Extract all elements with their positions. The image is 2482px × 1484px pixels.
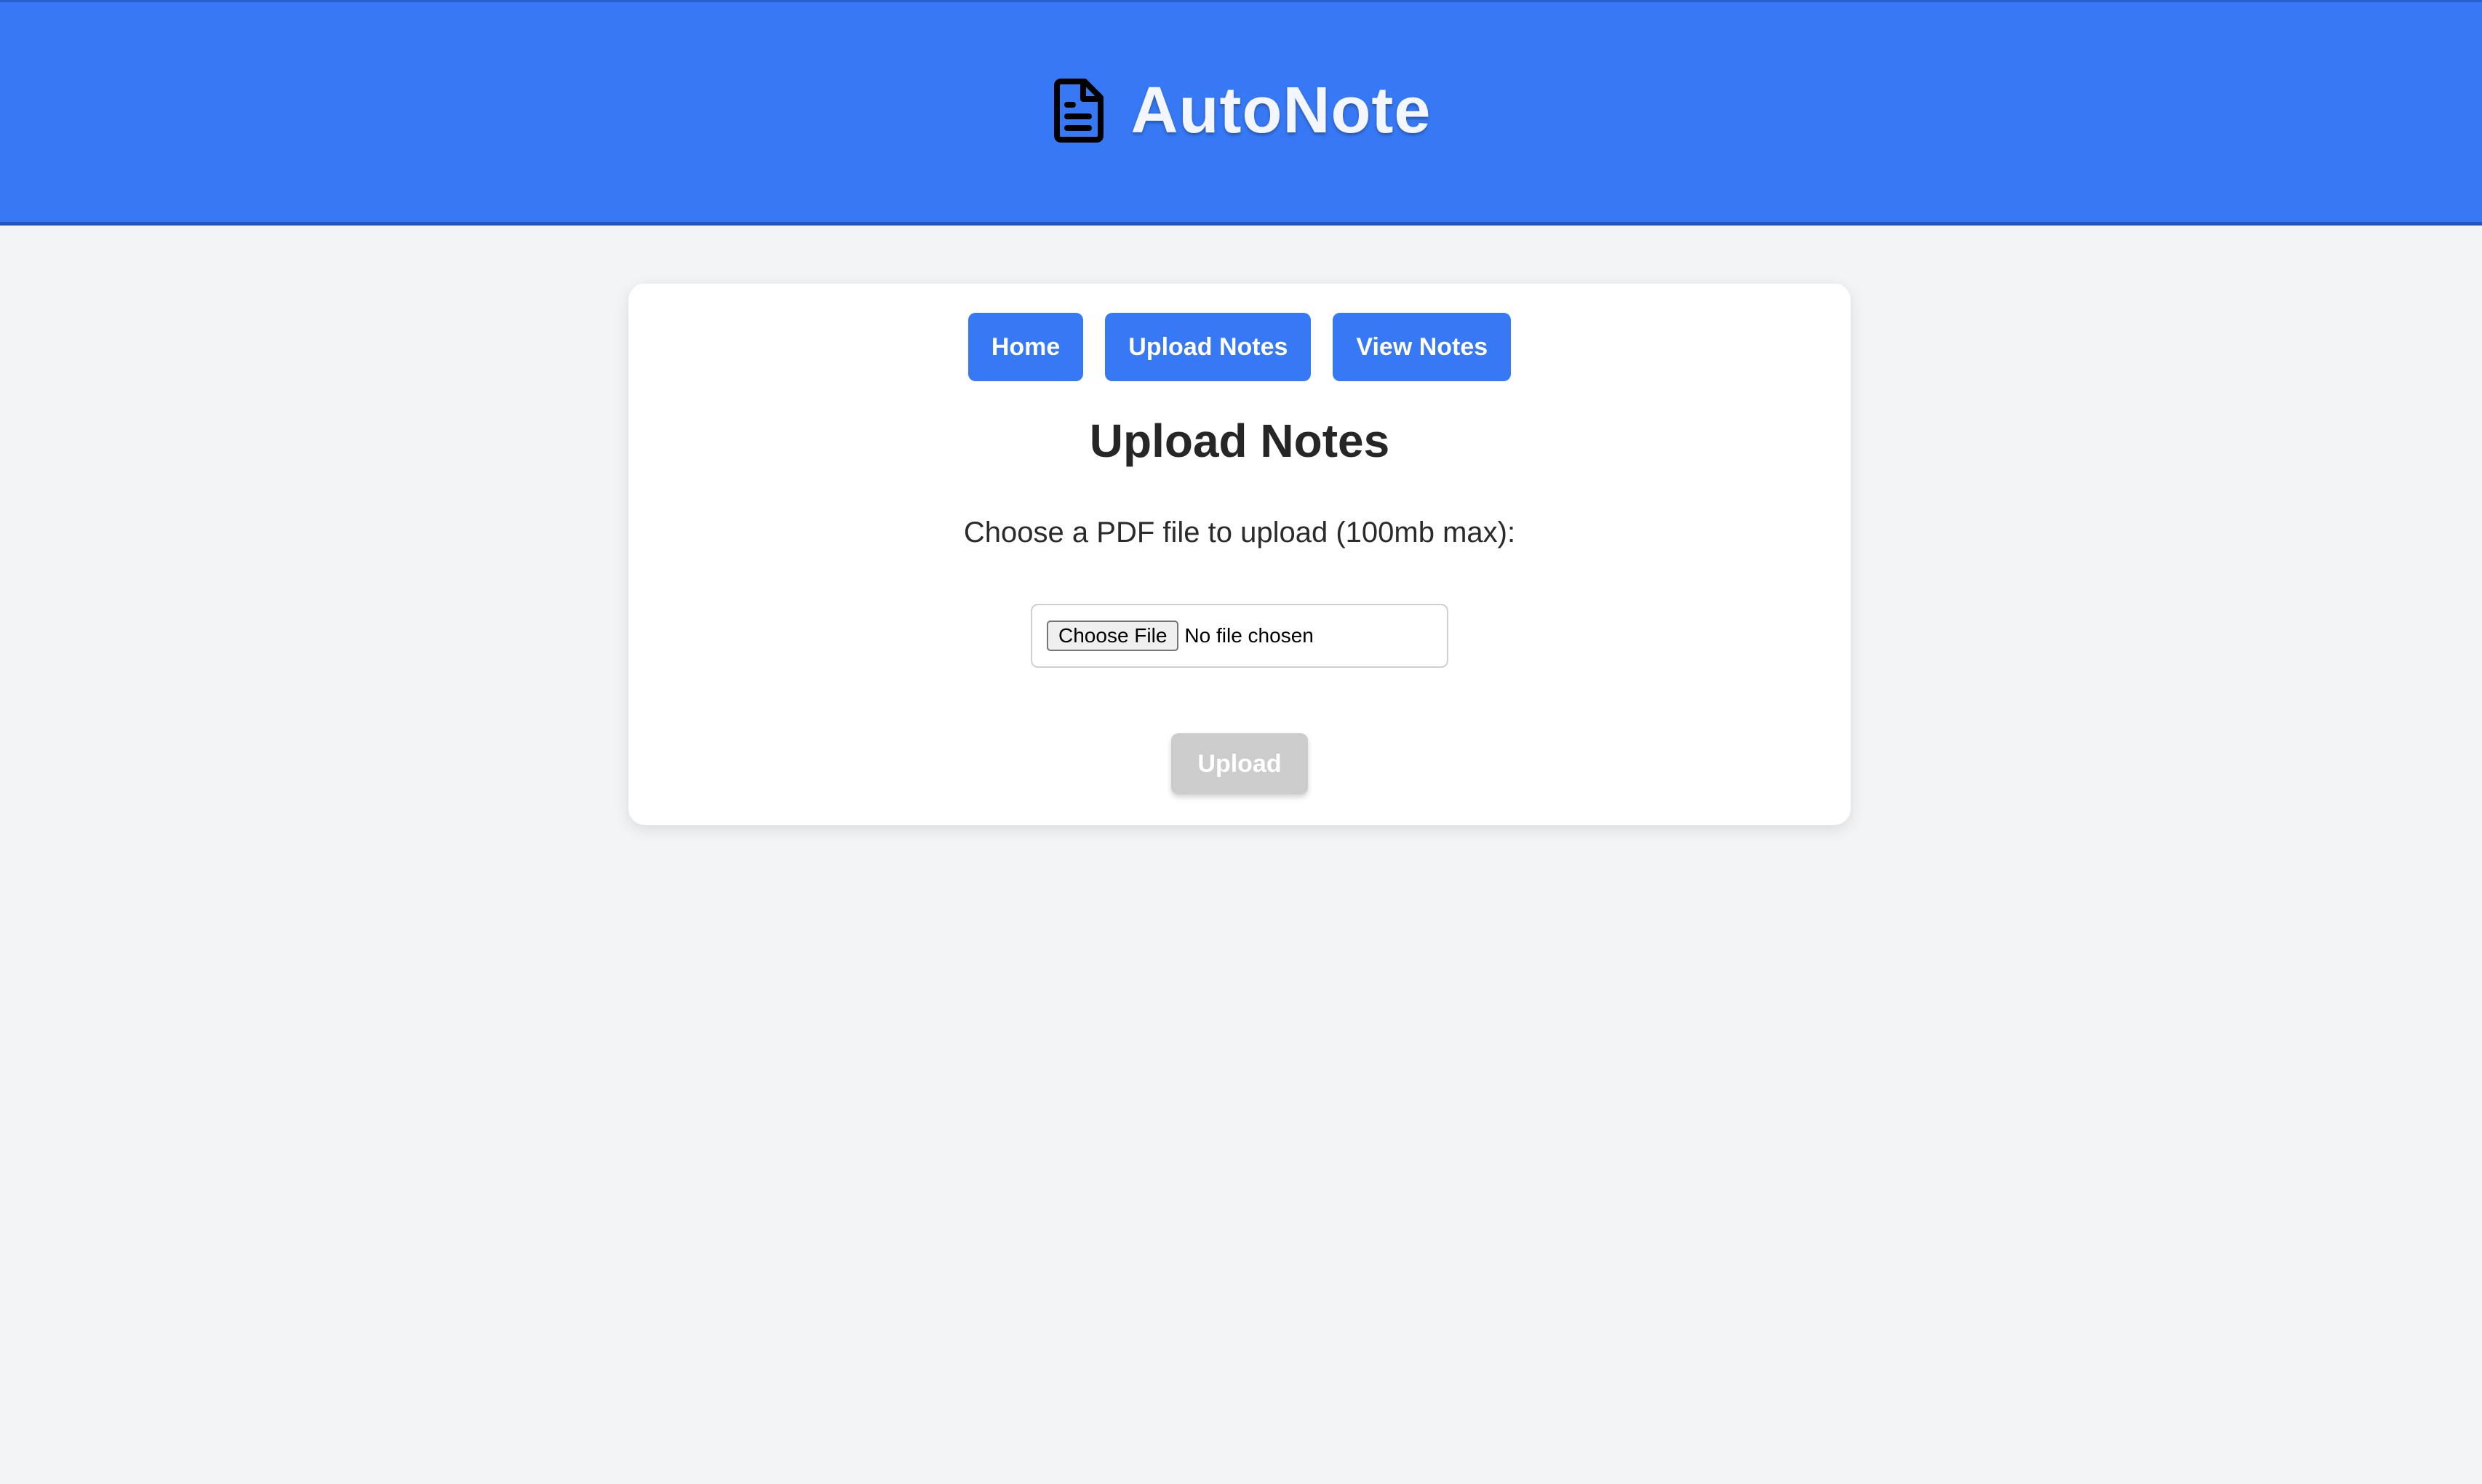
file-input[interactable]: Choose File No file chosen	[1031, 604, 1448, 668]
choose-file-button[interactable]: Choose File	[1047, 621, 1179, 651]
main-nav: Home Upload Notes View Notes	[629, 313, 1851, 381]
app-title: AutoNote	[1130, 74, 1432, 147]
page-title: Upload Notes	[1089, 415, 1390, 467]
nav-view-notes-button[interactable]: View Notes	[1333, 313, 1512, 381]
upload-button[interactable]: Upload	[1171, 733, 1308, 794]
file-status-text: No file chosen	[1184, 624, 1314, 647]
upload-prompt: Choose a PDF file to upload (100mb max):	[963, 516, 1516, 548]
upload-card: Home Upload Notes View Notes Upload Note…	[629, 284, 1851, 825]
nav-upload-notes-button[interactable]: Upload Notes	[1105, 313, 1312, 381]
brand: AutoNote	[1051, 78, 1432, 143]
app-header: AutoNote	[0, 0, 2482, 226]
nav-home-button[interactable]: Home	[967, 313, 1084, 381]
document-icon	[1053, 79, 1104, 143]
